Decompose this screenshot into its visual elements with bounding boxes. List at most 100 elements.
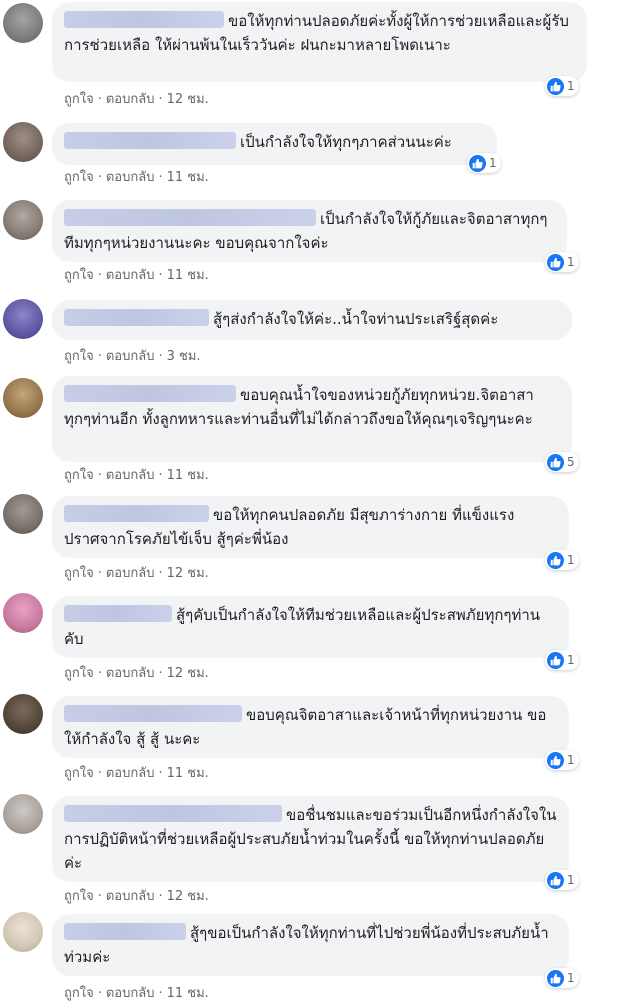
timestamp-link[interactable]: 11 ชม. [167,986,209,1001]
reply-link[interactable]: ตอบกลับ [106,889,155,904]
separator: · [97,766,102,781]
avatar[interactable] [3,3,43,43]
reaction-count[interactable]: 1 [545,252,579,272]
like-link[interactable]: ถูกใจ [64,766,94,781]
avatar[interactable] [3,794,43,834]
timestamp-link[interactable]: 12 ชม. [167,889,209,904]
separator: · [97,92,102,107]
reaction-count[interactable]: 1 [545,650,579,670]
reaction-number: 1 [567,753,575,767]
like-link[interactable]: ถูกใจ [64,889,94,904]
comment-bubble: ขอบคุณจิตอาสาและเจ้าหน้าที่ทุกหน่วยงาน ข… [52,696,569,758]
avatar[interactable] [3,200,43,240]
comment-actions: ถูกใจ · ตอบกลับ · 12 ชม. [64,662,209,683]
reaction-count[interactable]: 5 [545,452,579,472]
avatar[interactable] [3,694,43,734]
avatar[interactable] [3,912,43,952]
reaction-number: 5 [567,455,575,469]
commenter-name-redacted[interactable] [64,309,209,326]
commenter-name-redacted[interactable] [64,705,242,722]
separator: · [158,766,163,781]
comment-bubble: ขอให้ทุกท่านปลอดภัยค่ะทั้งผู้ให้การช่วยเ… [52,2,587,82]
comment: เป็นกำลังใจให้กู้ภัยและจิตอาสาทุกๆทีมทุก… [0,190,629,290]
reply-link[interactable]: ตอบกลับ [106,986,155,1001]
comment: ขอบคุณจิตอาสาและเจ้าหน้าที่ทุกหน่วยงาน ข… [0,690,629,790]
separator: · [97,889,102,904]
separator: · [97,986,102,1001]
reply-link[interactable]: ตอบกลับ [106,268,155,283]
separator: · [158,889,163,904]
separator: · [158,170,163,185]
reply-link[interactable]: ตอบกลับ [106,468,155,483]
comment-bubble: ขอให้ทุกคนปลอดภัย มีสุขภาร่างกาย ที่แข็ง… [52,496,569,558]
commenter-name-redacted[interactable] [64,132,236,149]
reaction-count[interactable]: 1 [545,76,579,96]
reaction-number: 1 [567,971,575,985]
comment: เป็นกำลังใจให้ทุกๆภาคส่วนนะค่ะ 1 ถูกใจ · ต… [0,110,629,190]
thumbs-up-icon [547,453,564,471]
reply-link[interactable]: ตอบกลับ [106,566,155,581]
comment-bubble: เป็นกำลังใจให้กู้ภัยและจิตอาสาทุกๆทีมทุก… [52,200,567,262]
separator: · [158,268,163,283]
timestamp-link[interactable]: 11 ชม. [167,766,209,781]
like-link[interactable]: ถูกใจ [64,92,94,107]
like-link[interactable]: ถูกใจ [64,268,94,283]
like-link[interactable]: ถูกใจ [64,666,94,681]
comment: สู้ๆส่งกำลังใจให้ค่ะ..น้ำใจท่านประเสริฐ์… [0,290,629,370]
timestamp-link[interactable]: 12 ชม. [167,92,209,107]
like-link[interactable]: ถูกใจ [64,566,94,581]
reaction-count[interactable]: 1 [545,750,579,770]
thumbs-up-icon [547,551,564,569]
avatar[interactable] [3,122,43,162]
avatar[interactable] [3,494,43,534]
avatar[interactable] [3,299,43,339]
separator: · [158,986,163,1001]
comment-actions: ถูกใจ · ตอบกลับ · 12 ชม. [64,88,209,109]
commenter-name-redacted[interactable] [64,923,186,940]
comment-bubble: เป็นกำลังใจให้ทุกๆภาคส่วนนะค่ะ [52,123,497,165]
thumbs-up-icon [547,77,564,95]
reaction-count[interactable]: 1 [545,870,579,890]
timestamp-link[interactable]: 3 ชม. [167,349,201,364]
reply-link[interactable]: ตอบกลับ [106,92,155,107]
reaction-count[interactable]: 1 [545,550,579,570]
comment-text: สู้ๆส่งกำลังใจให้ค่ะ..น้ำใจท่านประเสริฐ์… [213,310,499,328]
comment: ขอให้ทุกคนปลอดภัย มีสุขภาร่างกาย ที่แข็ง… [0,490,629,590]
reaction-number: 1 [567,873,575,887]
reply-link[interactable]: ตอบกลับ [106,170,155,185]
like-link[interactable]: ถูกใจ [64,349,94,364]
timestamp-link[interactable]: 12 ชม. [167,566,209,581]
separator: · [158,92,163,107]
comment-actions: ถูกใจ · ตอบกลับ · 12 ชม. [64,885,209,906]
thumbs-up-icon [547,969,564,987]
reaction-count[interactable]: 1 [467,153,501,173]
reaction-number: 1 [567,553,575,567]
separator: · [97,170,102,185]
separator: · [97,349,102,364]
timestamp-link[interactable]: 11 ชม. [167,268,209,283]
avatar[interactable] [3,378,43,418]
comment-bubble: ขอชื่นชมและขอร่วมเป็นอีกหนึ่งกำลังใจในกา… [52,796,569,882]
separator: · [97,666,102,681]
like-link[interactable]: ถูกใจ [64,170,94,185]
commenter-name-redacted[interactable] [64,805,282,822]
separator: · [158,666,163,681]
timestamp-link[interactable]: 11 ชม. [167,170,209,185]
commenter-name-redacted[interactable] [64,605,172,622]
reply-link[interactable]: ตอบกลับ [106,766,155,781]
like-link[interactable]: ถูกใจ [64,986,94,1001]
timestamp-link[interactable]: 12 ชม. [167,666,209,681]
like-link[interactable]: ถูกใจ [64,468,94,483]
commenter-name-redacted[interactable] [64,505,209,522]
commenter-name-redacted[interactable] [64,209,316,226]
avatar[interactable] [3,593,43,633]
comment: ขอชื่นชมและขอร่วมเป็นอีกหนึ่งกำลังใจในกา… [0,790,629,910]
reply-link[interactable]: ตอบกลับ [106,349,155,364]
commenter-name-redacted[interactable] [64,11,224,28]
reaction-count[interactable]: 1 [545,968,579,988]
commenter-name-redacted[interactable] [64,385,236,402]
reaction-number: 1 [567,653,575,667]
reply-link[interactable]: ตอบกลับ [106,666,155,681]
comment-actions: ถูกใจ · ตอบกลับ · 12 ชม. [64,562,209,583]
timestamp-link[interactable]: 11 ชม. [167,468,209,483]
